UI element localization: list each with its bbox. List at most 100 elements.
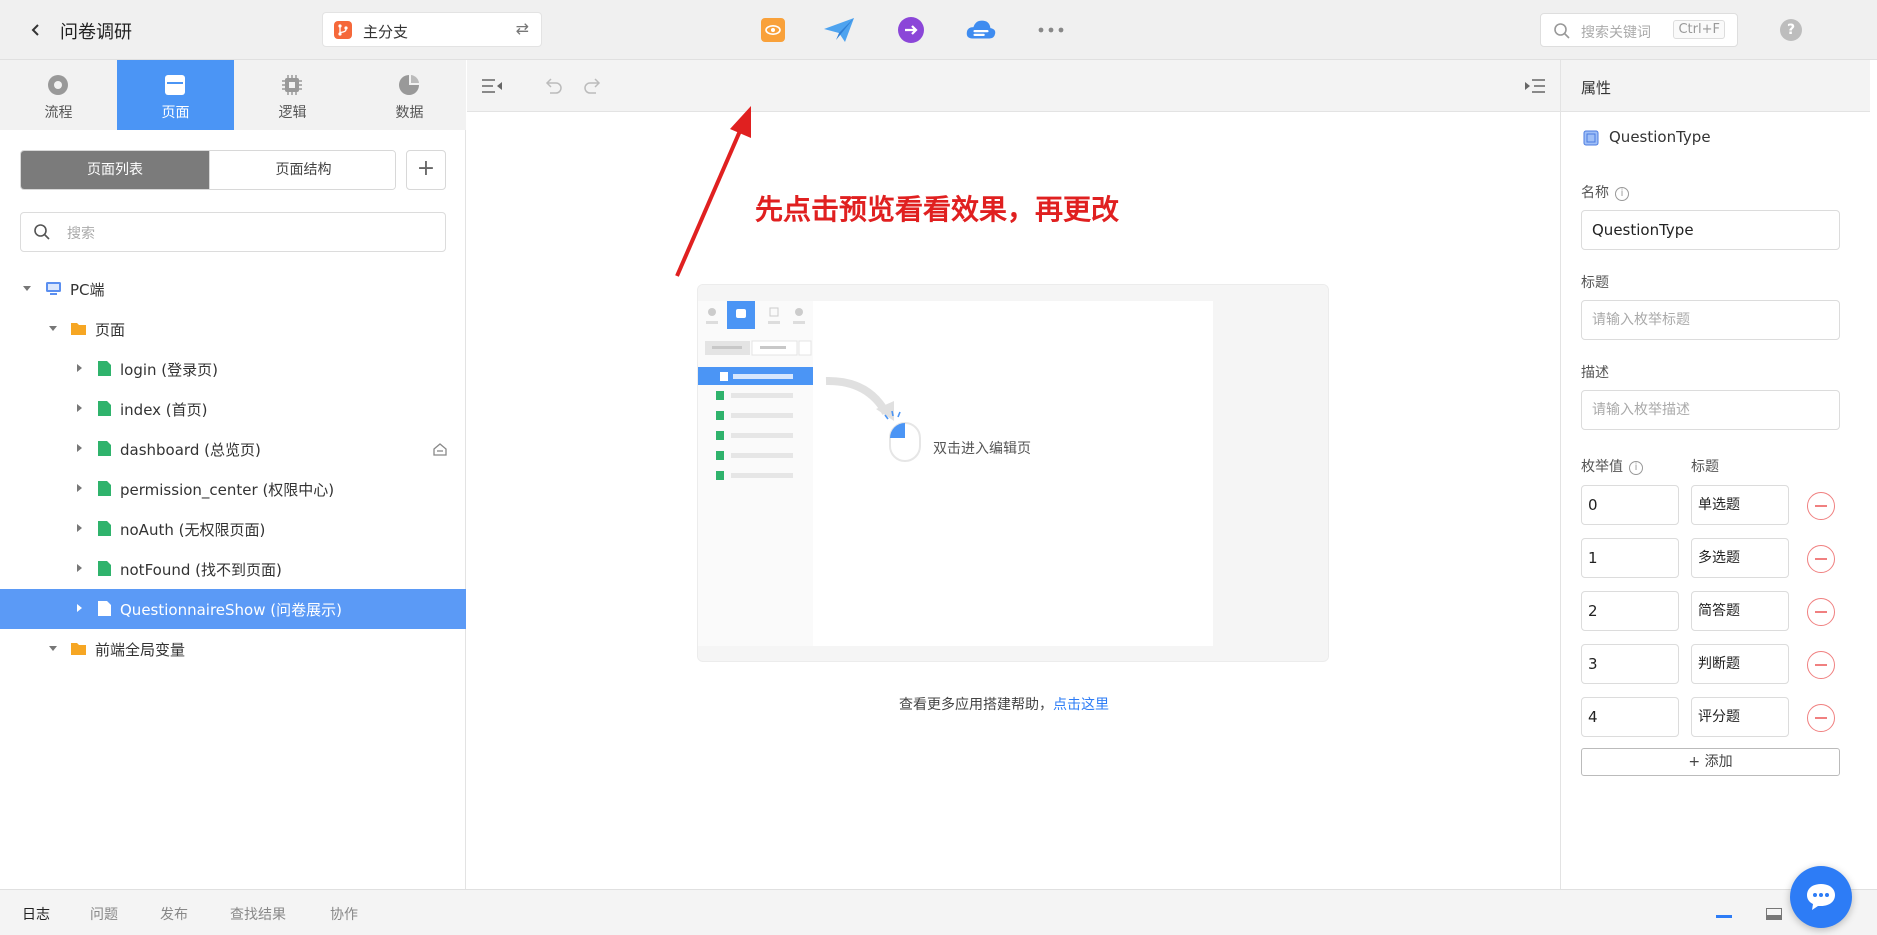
desc-input[interactable]: 请输入枚举描述 — [1581, 390, 1840, 430]
cloud-icon — [966, 20, 996, 39]
search-placeholder: 搜索 — [67, 226, 95, 242]
title-input[interactable]: 请输入枚举标题 — [1581, 300, 1840, 340]
remove-enum-button[interactable] — [1807, 545, 1835, 573]
home-icon[interactable] — [432, 441, 448, 457]
branch-selector[interactable]: 主分支 ⇄ — [322, 12, 542, 47]
enum-value-input[interactable]: 0 — [1581, 485, 1679, 525]
enum-row: 2 简答题 — [1581, 591, 1861, 631]
enum-title-label: 标题 — [1691, 459, 1719, 475]
caret-right-icon — [77, 604, 82, 612]
preview-button[interactable] — [757, 14, 789, 46]
undo-icon — [545, 78, 562, 94]
enum-value-input[interactable]: 1 — [1581, 538, 1679, 578]
collapse-left-button[interactable] — [479, 73, 505, 99]
flow-icon — [48, 75, 68, 95]
tree-item-page[interactable]: dashboard (总览页) — [0, 429, 466, 469]
remove-enum-button[interactable] — [1807, 651, 1835, 679]
enum-row: 0 单选题 — [1581, 485, 1861, 525]
enum-row: 4 评分题 — [1581, 697, 1861, 737]
global-search[interactable]: 搜索关键词 Ctrl+F — [1540, 13, 1738, 47]
page-search-input[interactable]: 搜索 — [20, 212, 446, 252]
tab-publish[interactable]: 发布 — [160, 904, 188, 924]
help-text: 查看更多应用搭建帮助， — [899, 697, 1053, 713]
caret-right-icon — [77, 404, 82, 412]
properties-panel: 属性 QuestionType 名称 i QuestionType 标题 请输入枚… — [1560, 60, 1870, 889]
tab-issues[interactable]: 问题 — [90, 904, 118, 924]
tree-item-page[interactable]: permission_center (权限中心) — [0, 469, 466, 509]
tab-flow[interactable]: 流程 — [0, 60, 117, 130]
remove-enum-button[interactable] — [1807, 704, 1835, 732]
tree-item-label: PC端 — [70, 281, 105, 299]
chat-support-button[interactable] — [1790, 866, 1852, 928]
enum-value-input[interactable]: 2 — [1581, 591, 1679, 631]
undo-button[interactable] — [540, 73, 566, 99]
more-dots-icon — [1038, 27, 1064, 33]
cloud-button[interactable] — [965, 14, 997, 46]
add-enum-button[interactable]: + 添加 — [1581, 748, 1840, 776]
info-icon[interactable]: i — [1629, 461, 1643, 475]
help-link[interactable]: 点击这里 — [1053, 697, 1109, 713]
enum-type-icon — [1583, 130, 1599, 146]
more-button[interactable] — [1035, 14, 1067, 46]
name-input[interactable]: QuestionType — [1581, 210, 1840, 250]
tab-logic[interactable]: 逻辑 — [234, 60, 351, 130]
tab-page-label: 页面 — [161, 105, 190, 121]
search-placeholder: 搜索关键词 — [1581, 25, 1651, 41]
tree-item-label: dashboard (总览页) — [120, 441, 261, 459]
enum-row: 1 多选题 — [1581, 538, 1861, 578]
enum-value-label: 枚举值 i — [1581, 456, 1643, 476]
enum-title-input[interactable]: 评分题 — [1691, 697, 1789, 737]
publish-button[interactable] — [823, 14, 855, 46]
panel-layout-icon[interactable] — [1766, 908, 1782, 920]
caret-right-icon — [77, 364, 82, 372]
tree-item-page[interactable]: index (首页) — [0, 389, 466, 429]
enum-title-input[interactable]: 单选题 — [1691, 485, 1789, 525]
tree-item-pc[interactable]: PC端 — [0, 269, 466, 309]
enum-title-input[interactable]: 判断题 — [1691, 644, 1789, 684]
folder-icon — [71, 643, 86, 655]
help-button[interactable]: ? — [1780, 19, 1802, 41]
top-bar: 问卷调研 主分支 ⇄ 搜索关键词 Ctrl+F ? — [0, 0, 1877, 60]
enum-value-input[interactable]: 3 — [1581, 644, 1679, 684]
tree-item-page[interactable]: notFound (找不到页面) — [0, 549, 466, 589]
title-label: 标题 — [1581, 275, 1609, 291]
tree-item-page[interactable]: noAuth (无权限页面) — [0, 509, 466, 549]
left-panel: 流程 页面 逻辑 数据 页面列表 页面结构 + 搜索 PC端 页面 login … — [0, 60, 466, 889]
app-title: 问卷调研 — [60, 22, 132, 43]
enum-value-input[interactable]: 4 — [1581, 697, 1679, 737]
tab-page[interactable]: 页面 — [117, 60, 234, 130]
redo-button[interactable] — [580, 73, 606, 99]
enum-title-input[interactable]: 简答题 — [1691, 591, 1789, 631]
page-list-button[interactable]: 页面列表 — [21, 151, 209, 189]
enum-row: 3 判断题 — [1581, 644, 1861, 684]
page-structure-button[interactable]: 页面结构 — [209, 151, 395, 189]
tree-item-page[interactable]: login (登录页) — [0, 349, 466, 389]
tab-collaboration[interactable]: 协作 — [330, 904, 358, 924]
collapse-left-icon — [482, 79, 502, 93]
bottom-bar: 日志 问题 发布 查找结果 协作 — [0, 889, 1877, 935]
tree-item-page-selected[interactable]: QuestionnaireShow (问卷展示) — [0, 589, 466, 629]
chat-bubble-icon — [1807, 884, 1835, 910]
tab-search-results[interactable]: 查找结果 — [230, 904, 286, 924]
tab-log[interactable]: 日志 — [22, 904, 50, 924]
tree-item-label: 页面 — [95, 321, 126, 339]
tree-item-global-vars-folder[interactable]: 前端全局变量 — [0, 629, 466, 669]
caret-right-icon — [77, 524, 82, 532]
deploy-button[interactable] — [895, 14, 927, 46]
page-file-icon — [98, 481, 111, 496]
paper-plane-icon — [824, 18, 854, 42]
remove-enum-button[interactable] — [1807, 492, 1835, 520]
enum-title-input[interactable]: 多选题 — [1691, 538, 1789, 578]
back-button[interactable] — [22, 16, 50, 44]
desc-label: 描述 — [1581, 365, 1609, 381]
collapse-right-button[interactable] — [1522, 73, 1548, 99]
page-file-icon — [98, 441, 111, 456]
page-file-icon — [98, 561, 111, 576]
add-page-button[interactable]: + — [406, 150, 446, 190]
info-icon[interactable]: i — [1615, 187, 1629, 201]
tab-data[interactable]: 数据 — [351, 60, 468, 130]
tree-item-pages-folder[interactable]: 页面 — [0, 309, 466, 349]
minimize-icon[interactable] — [1716, 915, 1732, 918]
remove-enum-button[interactable] — [1807, 598, 1835, 626]
branch-label: 主分支 — [363, 23, 409, 41]
